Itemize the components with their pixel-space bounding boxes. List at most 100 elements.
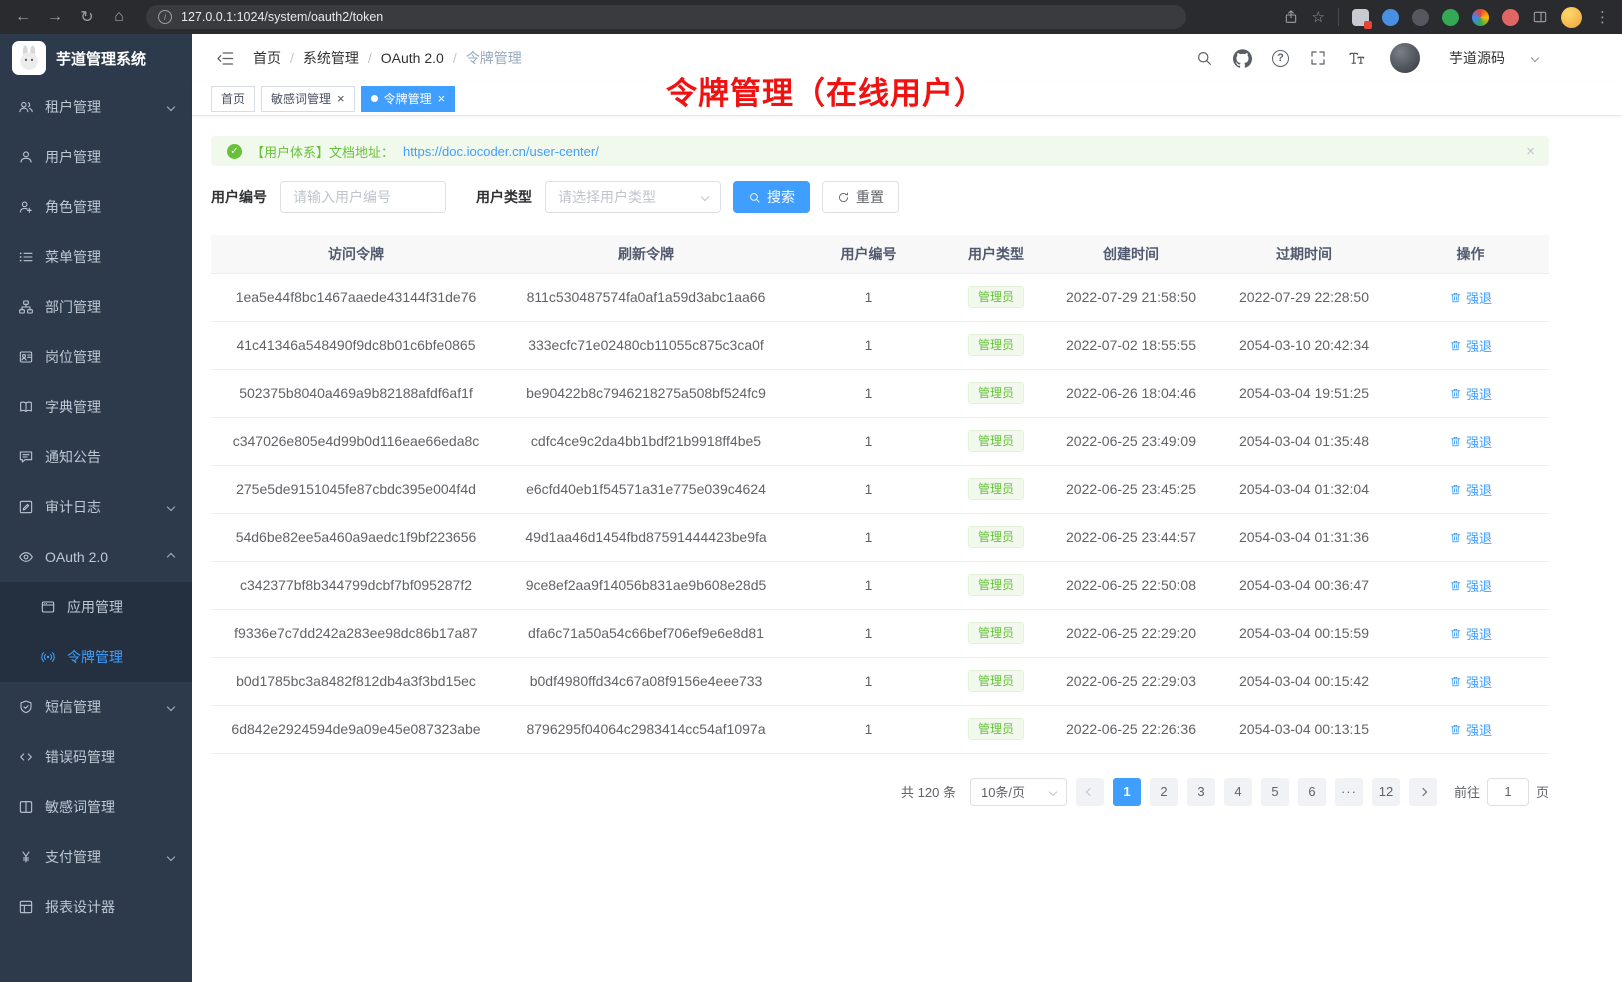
search-icon (748, 191, 761, 204)
sidebar-item-label: OAuth 2.0 (45, 549, 108, 565)
sidebar-item-error-code[interactable]: 错误码管理 (0, 732, 192, 782)
refresh-token-cell: 49d1aa46d1454fbd87591444423be9fa (501, 513, 791, 561)
oauth-submenu: 应用管理 令牌管理 (0, 582, 192, 682)
refresh-icon (837, 191, 850, 204)
prev-page-button[interactable] (1076, 778, 1104, 806)
main-area: 首页 / 系统管理 / OAuth 2.0 / 令牌管理 ? 芋道源码 (192, 34, 1622, 982)
search-button[interactable]: 搜索 (733, 181, 810, 213)
extension-icon[interactable] (1442, 9, 1459, 26)
extension-icon[interactable] (1412, 9, 1429, 26)
sidebar-item-audit-log[interactable]: 审计日志 (0, 482, 192, 532)
force-logout-button[interactable]: 强退 (1449, 480, 1492, 499)
force-logout-button[interactable]: 强退 (1449, 288, 1492, 307)
sidebar-item-menu[interactable]: 菜单管理 (0, 232, 192, 282)
bookmark-star-icon[interactable]: ☆ (1312, 8, 1325, 26)
sidebar-item-sensitive-word[interactable]: 敏感词管理 (0, 782, 192, 832)
created-cell: 2022-06-25 23:44:57 (1046, 513, 1216, 561)
sidebar-item-token-management[interactable]: 令牌管理 (0, 632, 192, 682)
sidebar-item-post[interactable]: 岗位管理 (0, 332, 192, 382)
sidebar-item-oauth[interactable]: OAuth 2.0 (0, 532, 192, 582)
sidebar-item-role[interactable]: 角色管理 (0, 182, 192, 232)
delete-icon (1449, 675, 1462, 688)
user-avatar[interactable] (1390, 43, 1420, 73)
back-icon[interactable]: ← (12, 8, 34, 26)
sidebar-item-notice[interactable]: 通知公告 (0, 432, 192, 482)
sidebar-item-report-designer[interactable]: 报表设计器 (0, 882, 192, 932)
sidebar-item-payment[interactable]: 支付管理 (0, 832, 192, 882)
sidebar-item-tenant[interactable]: 租户管理 (0, 82, 192, 132)
sidebar-item-dept[interactable]: 部门管理 (0, 282, 192, 332)
sidebar-item-dict[interactable]: 字典管理 (0, 382, 192, 432)
tab-home[interactable]: 首页 (211, 86, 255, 112)
font-size-icon[interactable] (1347, 49, 1366, 68)
force-logout-button[interactable]: 强退 (1449, 528, 1492, 547)
force-logout-button[interactable]: 强退 (1449, 720, 1492, 739)
tab-sensitive-word[interactable]: 敏感词管理 × (261, 86, 355, 112)
tab-token-management[interactable]: 令牌管理 × (361, 86, 456, 112)
force-logout-button[interactable]: 强退 (1449, 384, 1492, 403)
page-button[interactable]: 12 (1372, 778, 1400, 806)
close-icon[interactable]: × (438, 92, 446, 105)
sidebar-item-sms[interactable]: 短信管理 (0, 682, 192, 732)
sidebar: 芋道管理系统 租户管理 用户管理 角色管理 菜单管理 部门管理 (0, 34, 192, 982)
extension-icon[interactable] (1352, 9, 1369, 26)
expires-cell: 2054-03-04 01:35:48 (1216, 417, 1392, 465)
force-logout-button[interactable]: 强退 (1449, 432, 1492, 451)
address-bar[interactable]: i 127.0.0.1:1024/system/oauth2/token (146, 5, 1186, 29)
goto-page-input[interactable] (1487, 778, 1529, 806)
force-logout-button[interactable]: 强退 (1449, 624, 1492, 643)
extension-icon[interactable] (1472, 9, 1489, 26)
search-icon[interactable] (1195, 49, 1213, 67)
browser-menu-icon[interactable]: ⋮ (1595, 8, 1610, 26)
reload-icon[interactable]: ↻ (76, 7, 98, 27)
user-id-input[interactable] (280, 181, 446, 213)
force-logout-button[interactable]: 强退 (1449, 576, 1492, 595)
home-icon[interactable]: ⌂ (108, 8, 130, 26)
table-row: 1ea5e44f8bc1467aaede43144f31de76 811c530… (211, 273, 1549, 321)
user-id-cell: 1 (791, 417, 946, 465)
close-icon[interactable]: × (1526, 143, 1535, 160)
share-icon[interactable] (1283, 9, 1299, 25)
browser-profile-avatar[interactable] (1561, 7, 1582, 28)
page-button[interactable]: 4 (1224, 778, 1252, 806)
chevron-down-icon[interactable] (1532, 55, 1538, 61)
extension-icon[interactable] (1382, 9, 1399, 26)
app-logo-row[interactable]: 芋道管理系统 (0, 34, 192, 82)
force-logout-button[interactable]: 强退 (1449, 336, 1492, 355)
url-text[interactable]: 127.0.0.1:1024/system/oauth2/token (181, 10, 383, 24)
github-icon[interactable] (1233, 49, 1252, 68)
page-button[interactable]: 3 (1187, 778, 1215, 806)
next-page-button[interactable] (1409, 778, 1437, 806)
chevron-down-icon (168, 104, 174, 110)
sidebar-item-app-management[interactable]: 应用管理 (0, 582, 192, 632)
col-expires: 过期时间 (1216, 235, 1392, 273)
user-type-select[interactable]: 请选择用户类型 (545, 181, 721, 213)
site-info-icon[interactable]: i (158, 10, 172, 24)
refresh-token-cell: 9ce8ef2aa9f14056b831ae9b608e28d5 (501, 561, 791, 609)
breadcrumb-item-home[interactable]: 首页 (253, 48, 281, 68)
fullscreen-icon[interactable] (1309, 49, 1327, 67)
more-pages-button[interactable]: ··· (1335, 778, 1363, 806)
split-view-icon[interactable] (1532, 9, 1548, 25)
help-icon[interactable]: ? (1272, 50, 1289, 67)
active-tab-dot (371, 95, 378, 102)
delete-icon (1449, 627, 1462, 640)
close-icon[interactable]: × (337, 92, 345, 105)
extension-icon[interactable] (1502, 9, 1519, 26)
page-button[interactable]: 5 (1261, 778, 1289, 806)
user-name[interactable]: 芋道源码 (1449, 48, 1505, 68)
reset-button[interactable]: 重置 (822, 181, 899, 213)
collapse-sidebar-icon[interactable] (216, 49, 235, 68)
page-size-select[interactable]: 10条/页 (970, 778, 1067, 806)
page-button[interactable]: 6 (1298, 778, 1326, 806)
forward-icon[interactable]: → (44, 8, 66, 26)
expires-cell: 2054-03-04 19:51:25 (1216, 369, 1392, 417)
alert-link[interactable]: https://doc.iocoder.cn/user-center/ (403, 144, 599, 159)
force-logout-button[interactable]: 强退 (1449, 672, 1492, 691)
expires-cell: 2054-03-04 00:15:59 (1216, 609, 1392, 657)
breadcrumb-item-system[interactable]: 系统管理 (303, 48, 359, 68)
page-button[interactable]: 2 (1150, 778, 1178, 806)
breadcrumb-item-oauth[interactable]: OAuth 2.0 (381, 50, 444, 66)
sidebar-item-user[interactable]: 用户管理 (0, 132, 192, 182)
page-button[interactable]: 1 (1113, 778, 1141, 806)
